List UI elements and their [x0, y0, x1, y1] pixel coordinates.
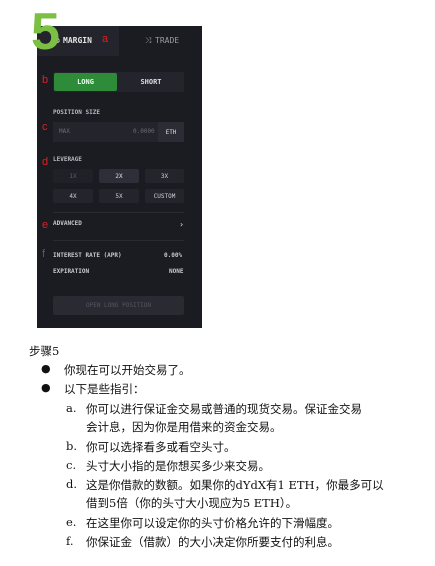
- bullet-dot: ●: [41, 362, 51, 375]
- interest-rate-label: INTEREST RATE (APR): [53, 252, 122, 259]
- position-size-value: 0.0000: [133, 128, 155, 135]
- annotation-e: e: [42, 219, 49, 231]
- item-line: 这是你借款的数额。如果你的dYdX有1 ETH，你最多可以: [86, 478, 384, 492]
- cross-arrows-icon: ⤨: [145, 36, 152, 45]
- long-button[interactable]: LONG: [54, 73, 117, 91]
- step-title: 步骤5: [29, 344, 60, 358]
- leverage-5x[interactable]: 5X: [99, 189, 139, 203]
- advanced-toggle[interactable]: ADVANCED ›: [53, 220, 184, 234]
- position-size-input[interactable]: MAX 0.0000 ETH: [53, 122, 184, 142]
- step-number: 5: [31, 3, 60, 61]
- position-size-max[interactable]: MAX: [59, 128, 70, 135]
- annotation-b: b: [42, 74, 49, 86]
- item-letter: e.: [66, 515, 77, 529]
- bullet-text: 你现在可以开始交易了。: [64, 363, 191, 377]
- item-letter: c.: [66, 458, 77, 472]
- bullet-text: 以下是些指引：: [64, 382, 145, 396]
- short-button[interactable]: SHORT: [119, 73, 183, 91]
- bullet-dot: ●: [41, 381, 51, 394]
- divider: [53, 212, 184, 213]
- open-position-button[interactable]: OPEN LONG POSITION: [53, 296, 184, 315]
- item-line: 你保证金（借款）的大小决定你所要支付的利息。: [86, 535, 339, 549]
- annotation-f: f: [42, 248, 46, 260]
- position-size-label: POSITION SIZE: [53, 109, 100, 116]
- tab-trade[interactable]: ⤨ TRADE: [119, 26, 202, 56]
- item-letter: d.: [66, 477, 78, 491]
- tab-trade-label: TRADE: [155, 36, 180, 45]
- leverage-1x[interactable]: 1X: [53, 169, 93, 183]
- item-line: 你可以选择看多或看空头寸。: [86, 440, 236, 454]
- item-line: 会计息，因为你是用借来的资金交易。: [86, 420, 282, 434]
- item-line: 头寸大小指的是你想买多少来交易。: [86, 459, 270, 473]
- position-size-unit[interactable]: ETH: [158, 122, 184, 142]
- item-line: 在这里你可以设定你的头寸价格允许的下滑幅度。: [86, 516, 339, 530]
- item-line: 你可以进行保证金交易或普通的现货交易。保证金交易: [86, 402, 362, 416]
- tab-margin-label: MARGIN: [63, 36, 92, 45]
- leverage-label: LEVERAGE: [53, 156, 82, 163]
- chevron-right-icon: ›: [179, 220, 184, 229]
- annotation-a: a: [102, 33, 109, 45]
- leverage-2x[interactable]: 2X: [99, 169, 139, 183]
- item-letter: a.: [66, 401, 77, 415]
- trade-panel: ⚙ MARGIN a ⤨ TRADE b LONG SHORT POSITION…: [37, 26, 202, 328]
- leverage-3x[interactable]: 3X: [145, 169, 184, 183]
- item-letter: b.: [66, 439, 78, 453]
- side-selector: LONG SHORT: [53, 72, 184, 92]
- item-line: 借到5倍（你的头寸大小现应为5 ETH）。: [86, 496, 298, 510]
- interest-rate-value: 0.00%: [164, 252, 183, 259]
- annotation-d: d: [42, 156, 49, 168]
- divider: [53, 240, 184, 241]
- leverage-4x[interactable]: 4X: [53, 189, 93, 203]
- annotation-c: c: [42, 121, 48, 133]
- item-letter: f.: [66, 534, 74, 548]
- expiration-label: EXPIRATION: [53, 268, 90, 275]
- leverage-custom[interactable]: CUSTOM: [145, 189, 184, 203]
- tab-bar: ⚙ MARGIN a ⤨ TRADE: [37, 26, 202, 56]
- expiration-value: NONE: [169, 268, 184, 275]
- advanced-label: ADVANCED: [53, 220, 82, 227]
